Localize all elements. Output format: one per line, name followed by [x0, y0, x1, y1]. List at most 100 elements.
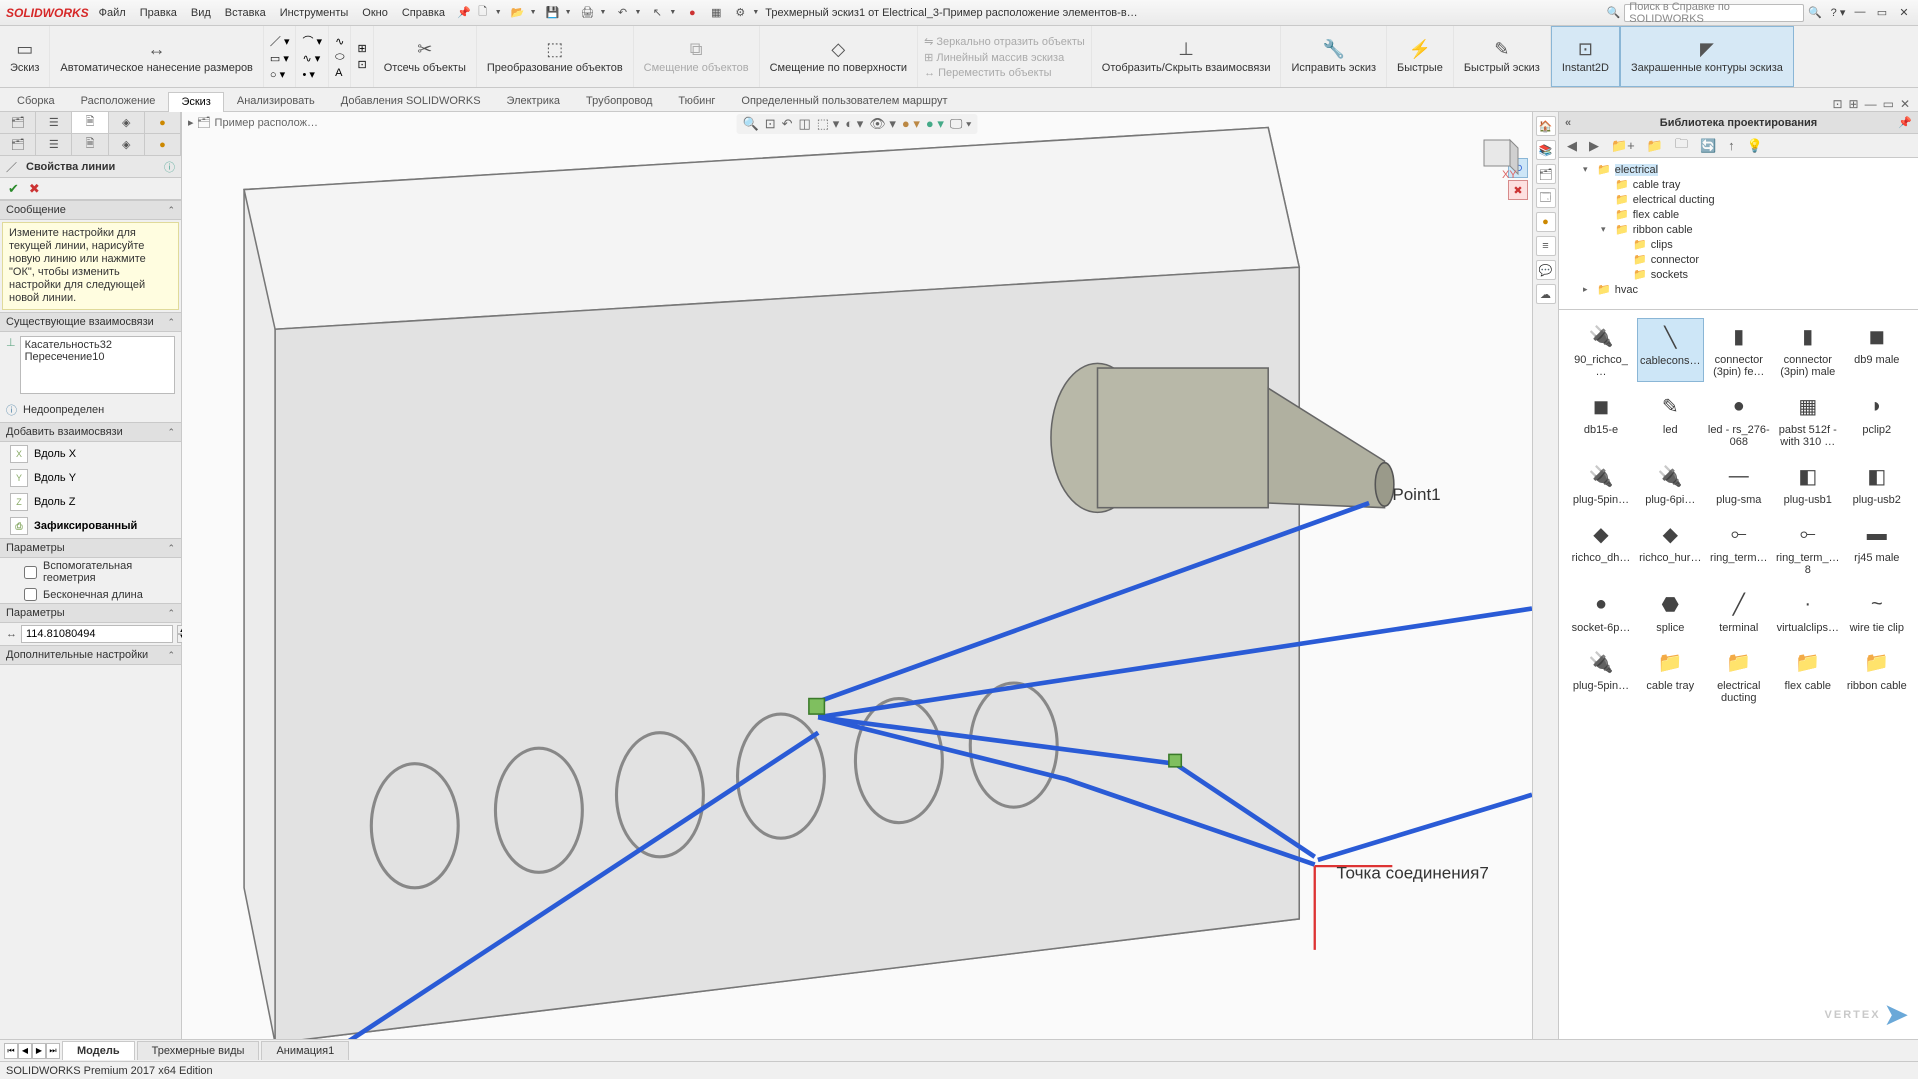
library-thumb[interactable]: ●led - rs_276-068: [1706, 388, 1772, 452]
tab-icon-e[interactable]: ●: [145, 134, 181, 155]
display-style-icon[interactable]: ◐ ▾: [845, 116, 863, 132]
open-icon[interactable]: 📂: [510, 5, 526, 21]
library-thumb[interactable]: ⟜ring_term…: [1706, 516, 1772, 580]
settings-icon[interactable]: ⚙: [732, 5, 748, 21]
edit-appearance-icon[interactable]: ● ▾: [902, 116, 920, 132]
chevron-down-icon[interactable]: ▼: [634, 9, 641, 16]
library-thumb[interactable]: 📁flex cable: [1774, 644, 1842, 708]
select-icon[interactable]: ↖: [649, 5, 665, 21]
tree-node[interactable]: ▾📁ribbon cable: [1565, 222, 1912, 237]
library-thumb[interactable]: ╲cablecons…: [1637, 318, 1704, 382]
chevron-down-icon[interactable]: ▼: [530, 9, 537, 16]
ribbon-relations-button[interactable]: ⊥Отобразить/Скрыть взаимосвязи: [1092, 26, 1282, 87]
custom-props-icon[interactable]: ≡: [1536, 236, 1556, 256]
infinite-length-checkbox[interactable]: Бесконечная длина: [0, 586, 181, 603]
appearance-tab-icon[interactable]: ●: [145, 112, 181, 133]
breadcrumb[interactable]: ▸ 🗂 Пример располож…: [188, 116, 318, 129]
cancel-button[interactable]: ✖: [29, 181, 40, 197]
section-view-icon[interactable]: ◫: [799, 116, 811, 132]
library-thumb[interactable]: ◧plug-usb1: [1774, 458, 1842, 510]
doc-minimize-icon[interactable]: —: [1865, 97, 1877, 111]
tree-node[interactable]: 📁cable tray: [1565, 177, 1912, 192]
next-tab-icon[interactable]: ▶: [32, 1043, 46, 1059]
zoom-area-icon[interactable]: ⊡: [765, 116, 776, 132]
reload-icon[interactable]: 🔄: [1700, 138, 1716, 154]
options-icon[interactable]: ▦: [708, 5, 724, 21]
section-message[interactable]: Сообщение⌃: [0, 200, 181, 220]
help-icon[interactable]: ⓘ: [164, 159, 175, 175]
tree-node[interactable]: 📁connector: [1565, 252, 1912, 267]
tab-layout[interactable]: Расположение: [68, 91, 169, 111]
poly-tool-icon[interactable]: ∿: [335, 35, 344, 48]
chevron-down-icon[interactable]: ▼: [600, 9, 607, 16]
rebuild-icon[interactable]: ●: [684, 5, 700, 21]
library-thumb[interactable]: ~wire tie clip: [1844, 586, 1910, 638]
minimize-icon[interactable]: —: [1852, 6, 1868, 19]
library-thumb[interactable]: ◗pclip2: [1844, 388, 1910, 452]
menu-window[interactable]: Окно: [362, 7, 388, 19]
refresh-icon[interactable]: 🗀: [1675, 135, 1688, 157]
arc-tool-icon[interactable]: ⌒ ▾: [302, 33, 322, 49]
library-thumb[interactable]: 🔌90_richco_…: [1567, 318, 1635, 382]
ok-button[interactable]: ✔: [8, 181, 19, 197]
tree-node[interactable]: ▾📁electrical: [1565, 162, 1912, 177]
slot-tool-icon[interactable]: ⬭: [335, 51, 344, 64]
tab-icon-c[interactable]: 🗎: [72, 134, 108, 155]
apply-scene-icon[interactable]: ● ▾: [926, 116, 944, 132]
design-library-tree[interactable]: ▾📁electrical📁cable tray📁electrical ducti…: [1559, 158, 1918, 310]
chevron-icon[interactable]: ▾: [1601, 224, 1611, 235]
menu-view[interactable]: Вид: [191, 7, 211, 19]
tree-node[interactable]: 📁clips: [1565, 237, 1912, 252]
section-existing-relations[interactable]: Существующие взаимосвязи⌃: [0, 312, 181, 332]
zoom-fit-icon[interactable]: 🔍: [743, 116, 759, 132]
menu-help[interactable]: Справка: [402, 7, 445, 19]
section-options[interactable]: Параметры⌃: [0, 538, 181, 558]
text-tool-icon[interactable]: A: [335, 67, 344, 79]
library-thumb[interactable]: 📁ribbon cable: [1844, 644, 1910, 708]
forum-icon[interactable]: 💬: [1536, 260, 1556, 280]
doc-maximize-icon[interactable]: ▭: [1883, 97, 1894, 111]
expand-icon[interactable]: ⊡: [1832, 97, 1842, 111]
menu-insert[interactable]: Вставка: [225, 7, 266, 19]
tree-node[interactable]: 📁electrical ducting: [1565, 192, 1912, 207]
library-thumb[interactable]: ◼db15-e: [1567, 388, 1635, 452]
ribbon-offset-surface-button[interactable]: ◇Смещение по поверхности: [760, 26, 918, 87]
close-icon[interactable]: ✕: [1896, 6, 1912, 19]
print-icon[interactable]: 🖨: [580, 5, 596, 21]
library-thumb[interactable]: ◼db9 male: [1844, 318, 1910, 382]
bottom-tab-animation[interactable]: Анимация1: [261, 1041, 349, 1060]
chevron-down-icon[interactable]: ▼: [752, 9, 759, 16]
prev-tab-icon[interactable]: ◀: [18, 1043, 32, 1059]
ribbon-repair-button[interactable]: 🔧Исправить эскиз: [1281, 26, 1387, 87]
maximize-icon[interactable]: ▭: [1874, 6, 1890, 19]
misc-icon-2[interactable]: ⊡: [357, 58, 366, 71]
help-search-input[interactable]: Поиск в Справке по SOLIDWORKS: [1624, 4, 1804, 22]
relation-item[interactable]: Касательность32: [25, 339, 170, 351]
library-thumb[interactable]: ●socket-6p…: [1567, 586, 1635, 638]
section-add-relations[interactable]: Добавить взаимосвязи⌃: [0, 422, 181, 442]
property-mgr-tab-icon[interactable]: 🗎: [72, 112, 108, 133]
view-palette-icon[interactable]: 🗔: [1536, 188, 1556, 208]
bottom-tab-3d-views[interactable]: Трехмерные виды: [137, 1041, 260, 1060]
doc-close-icon[interactable]: ✕: [1900, 97, 1910, 111]
config-tab-icon[interactable]: ☰: [36, 112, 72, 133]
chevron-icon[interactable]: ▾: [1583, 164, 1593, 175]
ribbon-convert-entities-button[interactable]: ⬚Преобразование объектов: [477, 26, 634, 87]
menu-file[interactable]: Файл: [99, 7, 126, 19]
design-library-thumbs[interactable]: 🔌90_richco_…╲cablecons…▮connector (3pin)…: [1559, 310, 1918, 1039]
length-input[interactable]: [21, 625, 173, 643]
library-thumb[interactable]: ▮connector (3pin) fe…: [1706, 318, 1772, 382]
ribbon-quick-button[interactable]: ⚡Быстрые: [1387, 26, 1454, 87]
tab-tubing[interactable]: Тюбинг: [665, 91, 728, 111]
library-thumb[interactable]: ◧plug-usb2: [1844, 458, 1910, 510]
tab-icon-b[interactable]: ☰: [36, 134, 72, 155]
view-orient-icon[interactable]: ⬚ ▾: [817, 116, 839, 132]
ribbon-sketch-button[interactable]: ▭Эскиз: [0, 26, 50, 87]
relation-fixed[interactable]: ⎙Зафиксированный: [4, 515, 177, 537]
library-thumb[interactable]: ◆richco_dh…: [1567, 516, 1635, 580]
section-additional[interactable]: Дополнительные настройки⌃: [0, 645, 181, 665]
library-thumb[interactable]: ·virtualclips…: [1774, 586, 1842, 638]
tree-node[interactable]: ▸📁hvac: [1565, 282, 1912, 297]
library-thumb[interactable]: 🔌plug-5pin…: [1567, 644, 1635, 708]
tab-piping[interactable]: Трубопровод: [573, 91, 665, 111]
